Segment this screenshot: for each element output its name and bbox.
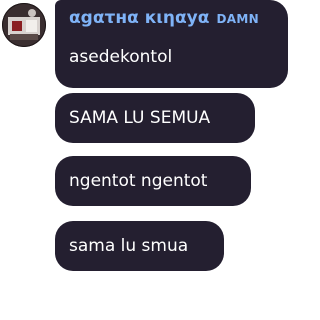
message-text: SAMA LU SEMUA [69,108,211,128]
message-bubble[interactable]: sama lu smua [55,221,224,271]
message-text: asedekontol [69,47,173,67]
avatar-image [2,3,46,47]
message-header: αgατнα кιηαуα DAMN [69,8,259,28]
message-text: ngentot ngentot [69,171,208,191]
sender-name[interactable]: αgατнα кιηαуα [69,8,209,28]
message-bubble[interactable]: αgατнα кιηαуα DAMN asedekontol [55,0,288,88]
sender-avatar[interactable] [2,3,46,47]
message-bubble[interactable]: ngentot ngentot [55,156,251,206]
message-text: sama lu smua [69,236,189,256]
message-bubble[interactable]: SAMA LU SEMUA [55,93,255,143]
sender-badge: DAMN [216,12,259,26]
